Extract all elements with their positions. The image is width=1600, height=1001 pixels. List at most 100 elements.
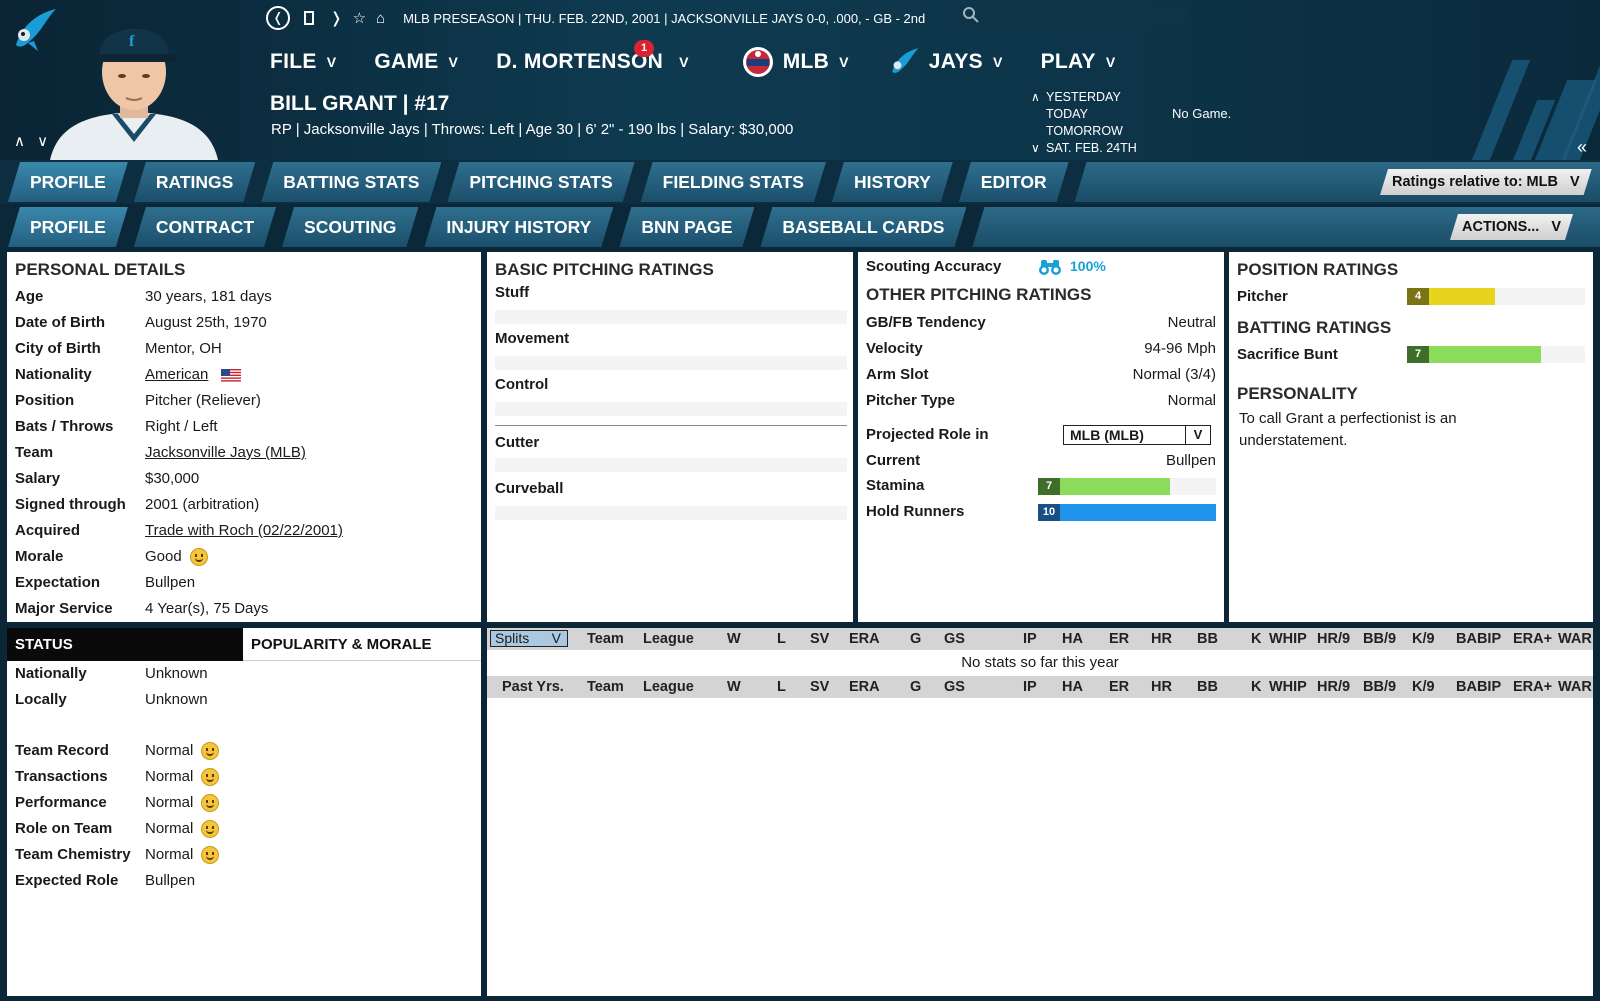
- binoculars-icon: [1039, 260, 1061, 275]
- col-header[interactable]: SV: [810, 676, 829, 698]
- nationality-link[interactable]: American: [145, 366, 208, 383]
- date-tomorrow[interactable]: TOMORROW: [1046, 123, 1137, 140]
- col-header[interactable]: K/9: [1412, 628, 1435, 650]
- tab-ratings[interactable]: RATINGS: [134, 162, 255, 202]
- menu-team[interactable]: JAYS V: [887, 45, 1003, 79]
- col-header[interactable]: W: [727, 676, 741, 698]
- col-header[interactable]: BB/9: [1363, 676, 1396, 698]
- menu-manager[interactable]: D. MORTENSON 1 V: [496, 40, 689, 74]
- col-header[interactable]: K: [1251, 676, 1261, 698]
- player-prev-next[interactable]: ∧ ∨: [14, 132, 52, 150]
- col-header[interactable]: League: [643, 628, 694, 650]
- menu-league[interactable]: MLB V: [741, 45, 849, 79]
- panel-title: PERSONAL DETAILS: [15, 260, 186, 279]
- col-header[interactable]: ER: [1109, 628, 1129, 650]
- tab-history[interactable]: HISTORY: [832, 162, 953, 202]
- date-today[interactable]: TODAY: [1046, 106, 1137, 123]
- subtab-contract[interactable]: CONTRACT: [134, 207, 276, 247]
- hold-runners-label: Hold Runners: [866, 503, 965, 520]
- star-icon[interactable]: ☆: [353, 9, 366, 27]
- collapse-icon[interactable]: «: [1577, 137, 1587, 158]
- projected-role-select[interactable]: MLB (MLB) V: [1063, 425, 1211, 445]
- menu-play[interactable]: PLAY V: [1041, 50, 1116, 74]
- col-header[interactable]: HA: [1062, 676, 1083, 698]
- subtab-bnn-page[interactable]: BNN PAGE: [619, 207, 754, 247]
- col-header[interactable]: ER: [1109, 676, 1129, 698]
- date-yesterday[interactable]: YESTERDAY: [1046, 89, 1137, 106]
- menu-file[interactable]: FILE V: [270, 50, 336, 74]
- subtab-baseball-cards[interactable]: BASEBALL CARDS: [760, 207, 966, 247]
- panel-title: BATTING RATINGS: [1237, 318, 1392, 337]
- tab-profile[interactable]: PROFILE: [8, 162, 128, 202]
- trade-link[interactable]: Trade with Roch (02/22/2001): [145, 518, 343, 543]
- col-header[interactable]: HR/9: [1317, 628, 1350, 650]
- col-header[interactable]: GS: [944, 676, 965, 698]
- menu-game[interactable]: GAME V: [374, 50, 458, 74]
- col-header[interactable]: BB: [1197, 676, 1218, 698]
- subtab-profile[interactable]: PROFILE: [8, 207, 128, 247]
- chevron-down-icon: V: [448, 54, 459, 70]
- rating-row: GB/FB Tendency Neutral: [866, 314, 1216, 331]
- col-header[interactable]: G: [910, 628, 921, 650]
- col-header[interactable]: IP: [1023, 676, 1037, 698]
- main-menu: FILE V GAME V D. MORTENSON 1 V MLB V JAYS V PL…: [270, 40, 1154, 79]
- col-header[interactable]: WAR: [1558, 628, 1592, 650]
- col-header[interactable]: HA: [1062, 628, 1083, 650]
- col-header[interactable]: BABIP: [1456, 628, 1501, 650]
- col-header[interactable]: G: [910, 676, 921, 698]
- col-header[interactable]: WHIP: [1269, 676, 1307, 698]
- rating-row: Current Bullpen: [866, 452, 1216, 469]
- subtab-injury-history[interactable]: INJURY HISTORY: [424, 207, 613, 247]
- tab-pitching-stats[interactable]: PITCHING STATS: [447, 162, 634, 202]
- col-header[interactable]: K/9: [1412, 676, 1435, 698]
- rating-label: Movement: [495, 330, 570, 347]
- col-header[interactable]: WHIP: [1269, 628, 1307, 650]
- tab-status[interactable]: STATUS: [7, 628, 243, 661]
- chevron-up-icon[interactable]: ∧: [1031, 89, 1040, 106]
- search-icon[interactable]: [962, 6, 980, 24]
- tab-editor[interactable]: EDITOR: [959, 162, 1069, 202]
- tab-fielding-stats[interactable]: FIELDING STATS: [641, 162, 826, 202]
- col-header[interactable]: BABIP: [1456, 676, 1501, 698]
- col-header[interactable]: K: [1251, 628, 1261, 650]
- home-icon[interactable]: ⌂: [376, 10, 385, 27]
- search-input[interactable]: [951, 4, 1189, 28]
- col-header[interactable]: ERA: [849, 676, 880, 698]
- col-header[interactable]: W: [727, 628, 741, 650]
- col-header[interactable]: GS: [944, 628, 965, 650]
- chevron-down-icon[interactable]: ∨: [1031, 140, 1040, 157]
- col-header[interactable]: BB: [1197, 628, 1218, 650]
- page-icon[interactable]: [304, 11, 314, 25]
- tab-popularity-morale[interactable]: POPULARITY & MORALE: [243, 628, 481, 661]
- col-header[interactable]: ERA: [849, 628, 880, 650]
- date-next[interactable]: SAT. FEB. 24TH: [1046, 140, 1137, 157]
- actions-menu[interactable]: ACTIONS... V: [1450, 214, 1573, 240]
- col-header[interactable]: HR: [1151, 628, 1172, 650]
- col-header[interactable]: HR/9: [1317, 676, 1350, 698]
- col-header[interactable]: HR: [1151, 676, 1172, 698]
- col-header[interactable]: League: [643, 676, 694, 698]
- col-header[interactable]: L: [777, 628, 786, 650]
- stamina-bar: 7: [1038, 478, 1216, 495]
- subtab-scouting[interactable]: SCOUTING: [282, 207, 418, 247]
- splits-select[interactable]: Splits V: [490, 630, 568, 647]
- back-icon[interactable]: ❬: [266, 6, 290, 30]
- col-header[interactable]: ERA+: [1513, 676, 1552, 698]
- stats-header-past: Past Yrs. Team League W L SV ERA G GS IP…: [487, 676, 1593, 698]
- chevron-down-icon: V: [1185, 426, 1210, 444]
- other-pitching-panel: Scouting Accuracy 100% OTHER PITCHING RA…: [858, 252, 1224, 622]
- team-link[interactable]: Jacksonville Jays (MLB): [145, 440, 306, 465]
- tab-batting-stats[interactable]: BATTING STATS: [261, 162, 441, 202]
- rating-label: Pitcher: [1237, 288, 1288, 305]
- col-header[interactable]: ERA+: [1513, 628, 1552, 650]
- col-header[interactable]: BB/9: [1363, 628, 1396, 650]
- col-header[interactable]: Team: [587, 628, 624, 650]
- col-header[interactable]: WAR: [1558, 676, 1592, 698]
- col-header[interactable]: Team: [587, 676, 624, 698]
- col-header[interactable]: IP: [1023, 628, 1037, 650]
- forward-icon[interactable]: ❭: [330, 9, 343, 27]
- col-header[interactable]: L: [777, 676, 786, 698]
- league-logo-icon: [742, 47, 773, 77]
- ratings-relative-select[interactable]: Ratings relative to: MLB V: [1380, 169, 1592, 195]
- col-header[interactable]: SV: [810, 628, 829, 650]
